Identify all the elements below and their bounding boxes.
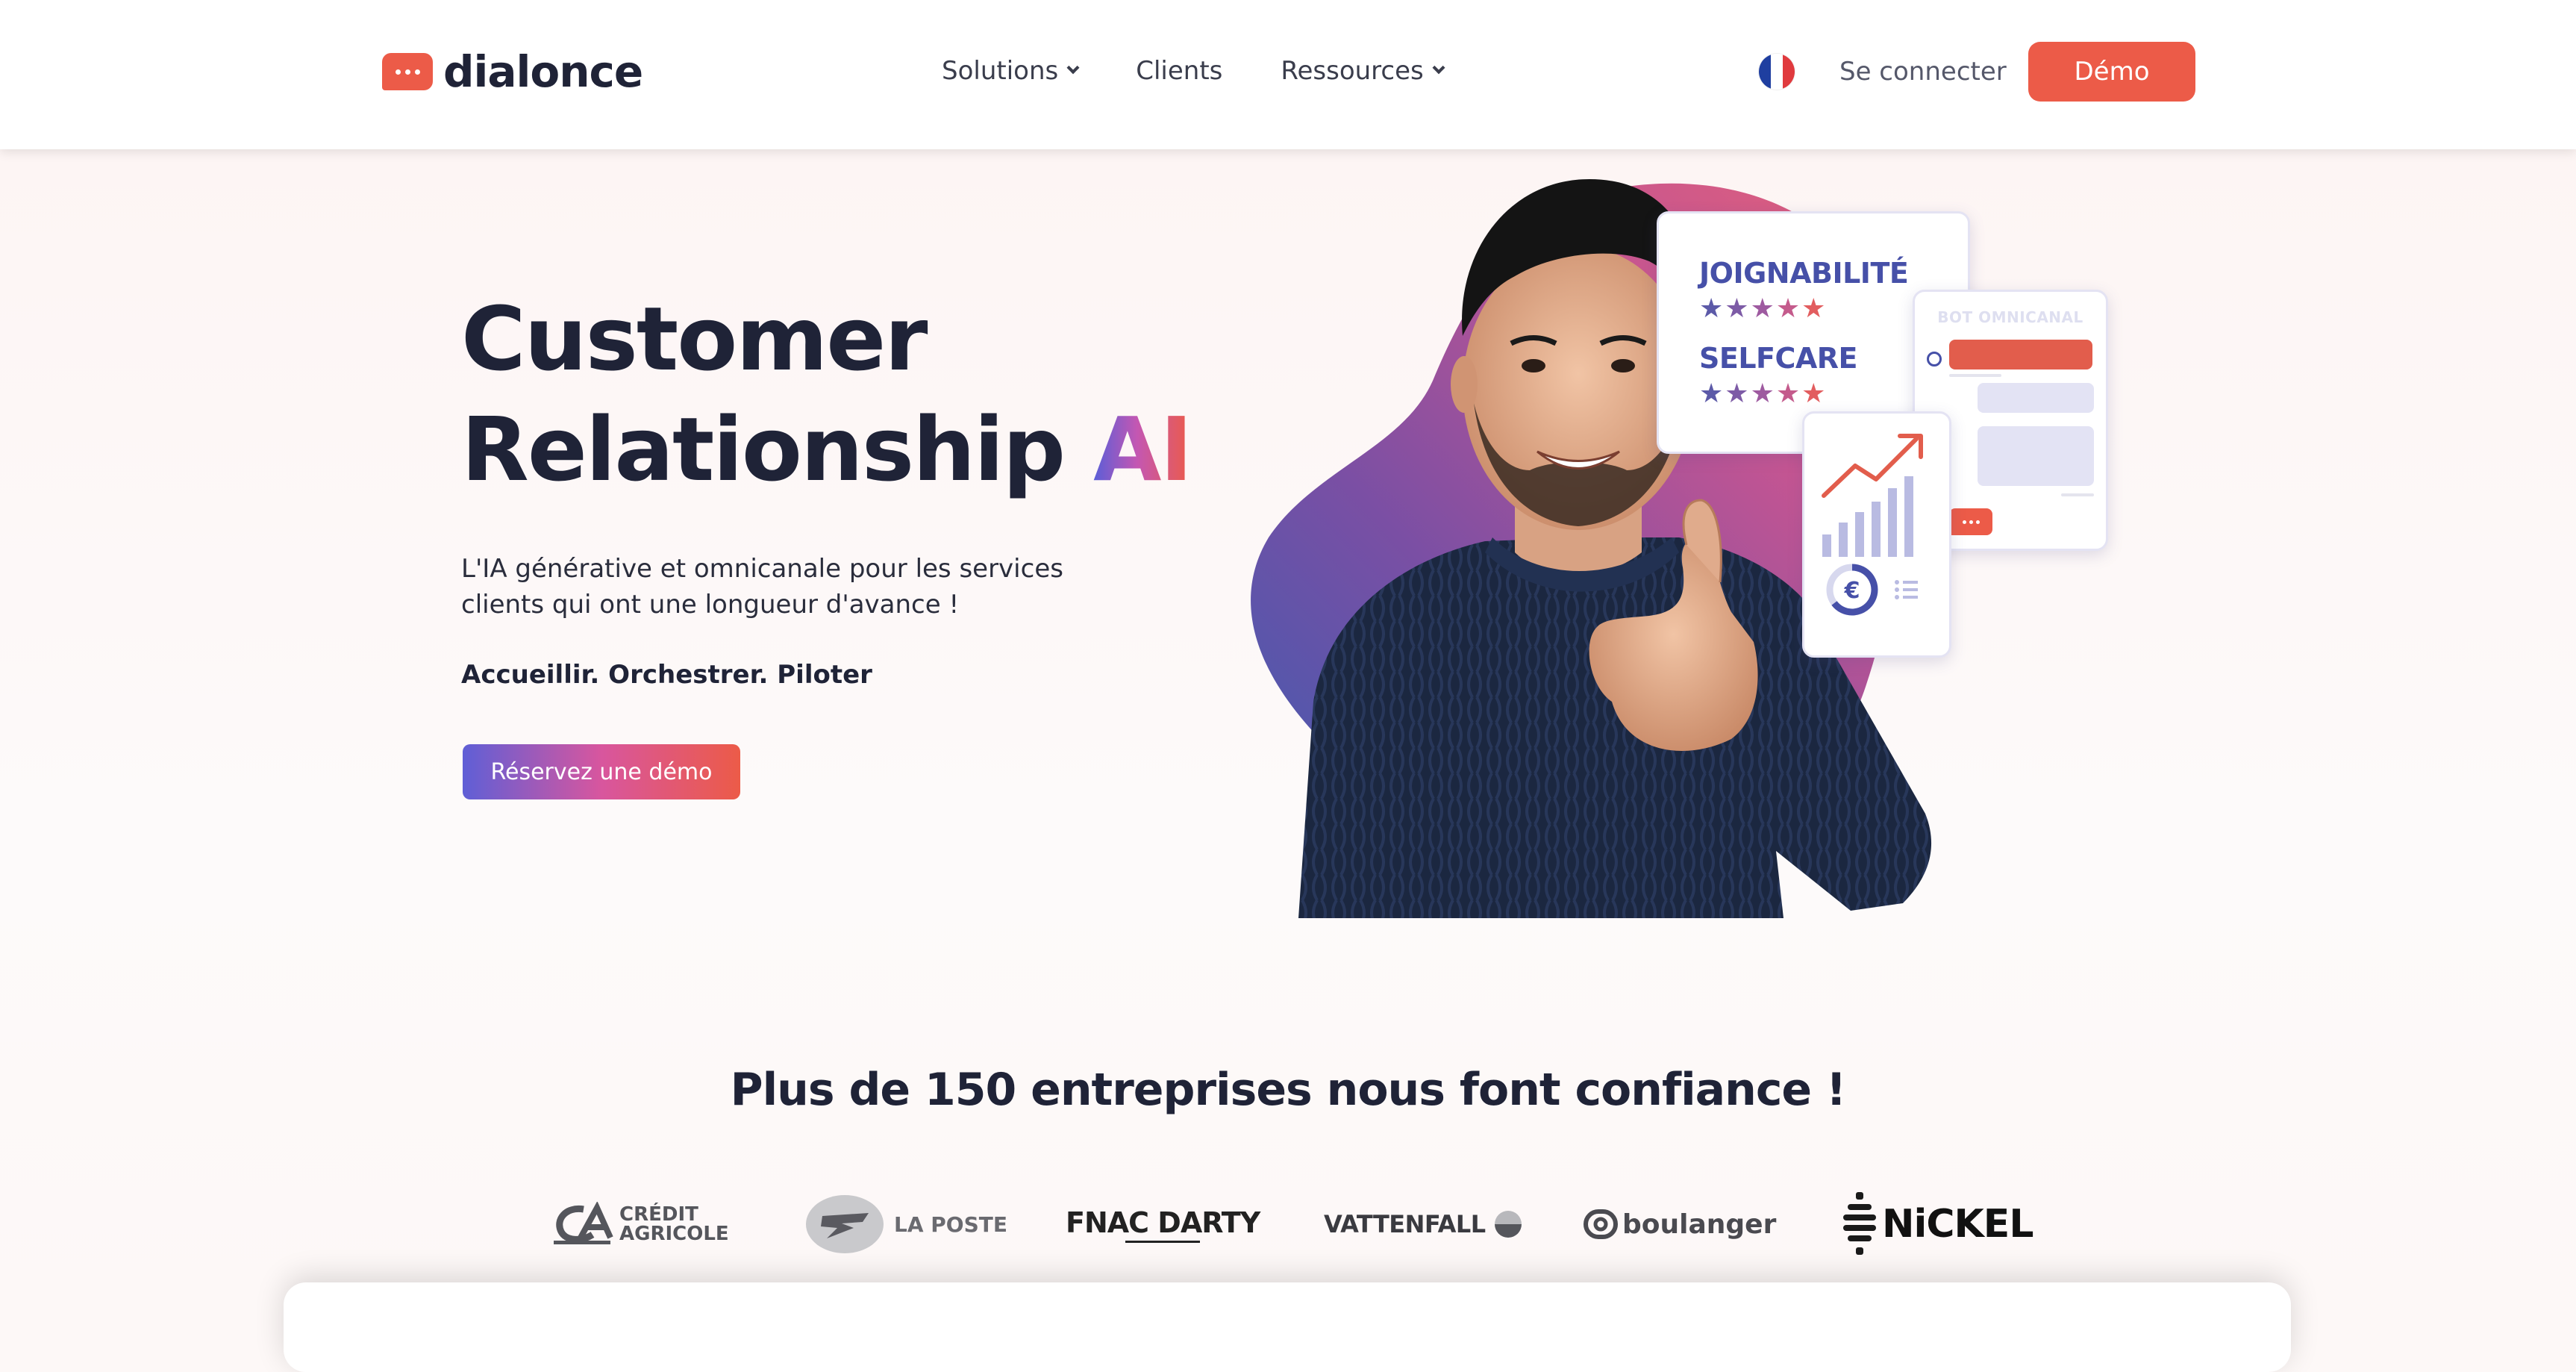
bubble-meta-line (1949, 374, 2001, 377)
user-message-bubble (1978, 426, 2094, 486)
chevron-down-icon (1066, 61, 1080, 75)
login-link[interactable]: Se connecter (1839, 54, 2007, 90)
nav-item-label: Clients (1136, 56, 1223, 86)
logo-text: FNAC DARTY (1066, 1206, 1260, 1239)
analytics-card: € (1802, 411, 1951, 658)
bubble-meta-line (2061, 493, 2094, 496)
client-logos-row: CRÉDIT AGRICOLE LA POSTE FNAC DARTY VATT… (0, 1187, 2576, 1262)
rating-label-joignabilite: JOIGNABILITÉ (1699, 257, 1909, 290)
nav-item-solutions[interactable]: Solutions (942, 56, 1080, 86)
bar-chart-icon: € (1822, 434, 1923, 616)
demo-button[interactable]: Démo (2028, 42, 2195, 102)
logo-underline (1125, 1240, 1201, 1243)
bot-avatar-icon (1927, 352, 1942, 367)
logo-line1: CRÉDIT (619, 1203, 698, 1226)
hero-subtitle: L'IA générative et omnicanale pour les s… (461, 554, 1063, 620)
hero-title: Customer Relationship AI (461, 284, 1192, 505)
nav-item-ressources[interactable]: Ressources (1281, 56, 1445, 86)
fnac-darty-logo: FNAC DARTY (1066, 1187, 1260, 1262)
brand-name: dialonce (443, 46, 643, 97)
trust-heading: Plus de 150 entreprises nous font confia… (730, 1064, 1847, 1116)
logo-line2: AGRICOLE (619, 1223, 729, 1245)
book-demo-button[interactable]: Réservez une démo (463, 744, 740, 799)
nickel-icon (1843, 1192, 1876, 1255)
logo-text: VATTENFALL (1324, 1210, 1486, 1238)
logo-text: NiCKEL (1882, 1202, 2033, 1247)
boulanger-icon (1584, 1209, 1618, 1239)
top-navbar: dialonce Solutions Clients Ressources Se… (0, 0, 2576, 149)
bot-message-bubble (1949, 340, 2092, 369)
user-message-bubble (1978, 383, 2094, 413)
credit-agricole-icon (554, 1202, 613, 1244)
logo-text: LA POSTE (894, 1212, 1007, 1237)
hero-tagline: Accueillir. Orchestrer. Piloter (461, 660, 872, 690)
nav-item-clients[interactable]: Clients (1136, 56, 1222, 86)
main-nav: Solutions Clients Ressources (942, 0, 1501, 142)
chat-bubble-icon (382, 53, 433, 90)
euro-icon: € (1844, 578, 1860, 604)
boulanger-logo: boulanger (1584, 1187, 1776, 1262)
hero-title-line2: Relationship (461, 398, 1066, 501)
vattenfall-icon (1494, 1211, 1522, 1238)
nav-item-label: Solutions (942, 56, 1059, 86)
la-poste-icon (806, 1195, 884, 1253)
vattenfall-logo: VATTENFALL (1324, 1187, 1523, 1262)
chevron-down-icon (1432, 61, 1445, 75)
typing-indicator-icon (1949, 508, 1992, 535)
la-poste-logo: LA POSTE (804, 1187, 1007, 1262)
hero-illustration: JOIGNABILITÉ ★★★★★ SELFCARE ★★★★★ BOT OM… (1164, 164, 2134, 926)
next-section-card (284, 1282, 2291, 1372)
nav-item-label: Ressources (1281, 56, 1424, 86)
dialonce-logo[interactable]: dialonce (382, 46, 643, 97)
bot-card-title: BOT OMNICANAL (1937, 308, 2083, 326)
credit-agricole-logo: CRÉDIT AGRICOLE (551, 1187, 729, 1262)
hero-title-line1: Customer (461, 287, 928, 390)
nickel-logo: NiCKEL (1843, 1187, 2033, 1262)
french-flag-icon[interactable] (1759, 54, 1795, 90)
logo-text: boulanger (1622, 1209, 1777, 1240)
